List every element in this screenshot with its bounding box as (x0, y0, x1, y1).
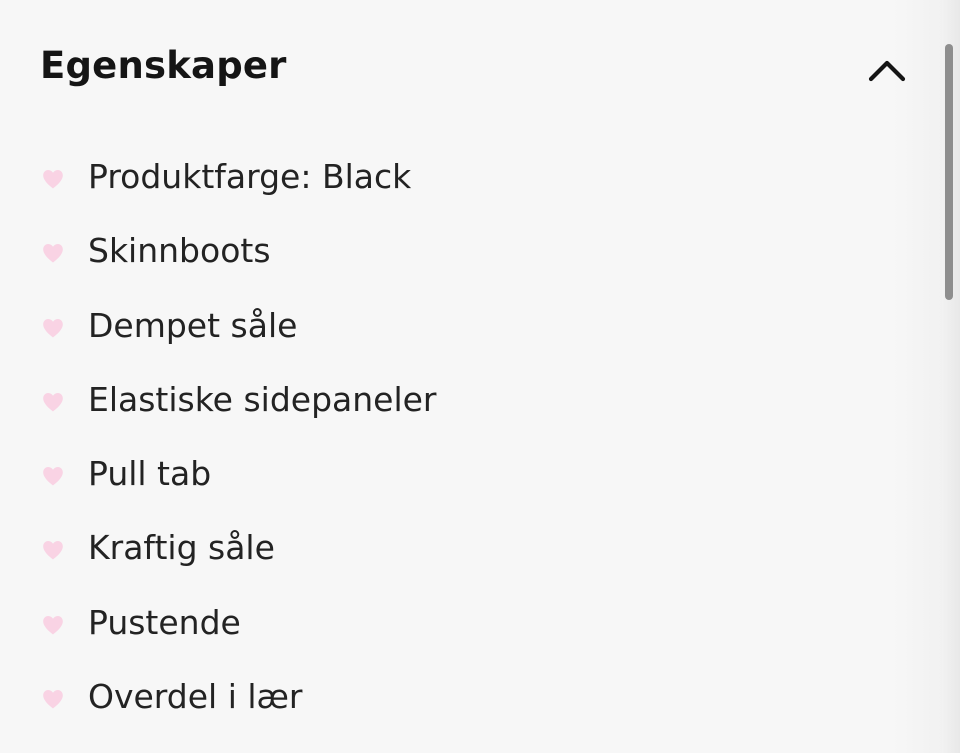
heart-icon (43, 170, 63, 189)
heart-icon (43, 690, 63, 709)
feature-label: Skinnboots (88, 231, 271, 271)
scrollbar-thumb[interactable] (945, 44, 953, 300)
feature-label: Pustende (88, 602, 241, 642)
product-properties-panel: Egenskaper Produktfarge: Black Skinnboot… (0, 0, 960, 753)
properties-accordion-header[interactable]: Egenskaper (0, 0, 940, 140)
feature-list-item: Dempet såle (0, 289, 930, 363)
feature-list-item: Produktfarge: Black (0, 140, 930, 214)
feature-list-item: Pustende (0, 586, 930, 660)
feature-list-item: Kraftig såle (0, 511, 930, 585)
feature-list-item: Pull tab (0, 437, 930, 511)
feature-label: Dempet såle (88, 305, 298, 345)
feature-label: Pull tab (88, 454, 212, 494)
feature-list-item: Skinnboots (0, 214, 930, 288)
heart-icon (43, 318, 63, 338)
feature-label: Produktfarge: Black (88, 157, 412, 196)
feature-label: Overdel i lær (88, 677, 303, 717)
heart-icon (43, 615, 63, 635)
heart-icon (43, 541, 63, 560)
heart-icon (43, 392, 63, 412)
chevron-up-icon[interactable] (867, 50, 907, 90)
feature-list-item: Overdel i lær (0, 660, 930, 734)
heart-icon (43, 467, 63, 486)
feature-label: Elastiske sidepaneler (88, 379, 437, 419)
feature-label: Kraftig såle (88, 528, 275, 568)
section-title: Egenskaper (40, 44, 287, 87)
feature-list: Produktfarge: Black Skinnboots Dempet så… (0, 140, 930, 734)
feature-list-item: Elastiske sidepaneler (0, 363, 930, 437)
heart-icon (43, 244, 63, 263)
